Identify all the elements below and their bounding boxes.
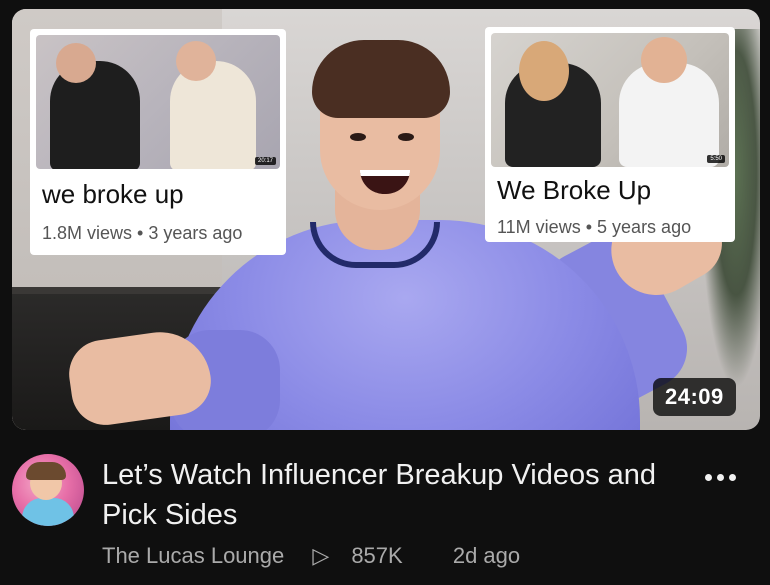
inset-views-left: 1.8M views: [42, 223, 133, 243]
video-title[interactable]: Let’s Watch Influencer Breakup Videos an…: [102, 455, 662, 535]
inset-meta-right: 11M views • 5 years ago: [497, 217, 692, 237]
inset-title-left: we broke up: [42, 179, 184, 209]
video-metadata: The Lucas Lounge ▷ 857K 2d ago: [102, 543, 542, 569]
play-outline-icon: ▷: [312, 543, 330, 568]
inset-video-card-right: 5:50 We Broke Up 11M views • 5 years ago: [485, 27, 735, 242]
inset-meta-left: 1.8M views • 3 years ago: [42, 223, 243, 243]
more-vert-icon[interactable]: [700, 462, 740, 492]
inset-thumbnail-left: 20:17: [36, 35, 280, 169]
video-thumbnail[interactable]: 20:17 we broke up 1.8M views • 3 years a…: [12, 9, 760, 430]
channel-name[interactable]: The Lucas Lounge: [102, 543, 284, 568]
inset-thumbnail-right: 5:50: [491, 33, 729, 167]
inset-age-left: 3 years ago: [148, 223, 243, 243]
inset-video-card-left: 20:17 we broke up 1.8M views • 3 years a…: [30, 29, 286, 255]
channel-avatar[interactable]: [12, 454, 84, 526]
inset-duration-left: 20:17: [254, 157, 276, 165]
view-count-value: 857K: [351, 543, 403, 568]
inset-age-right: 5 years ago: [597, 217, 692, 237]
inset-duration-right: 5:50: [707, 155, 725, 163]
inset-title-right: We Broke Up: [497, 175, 652, 205]
inset-views-right: 11M views: [497, 217, 581, 237]
upload-age: 2d ago: [452, 543, 521, 568]
view-count: ▷ 857K: [312, 543, 424, 568]
duration-badge: 24:09: [653, 378, 736, 416]
